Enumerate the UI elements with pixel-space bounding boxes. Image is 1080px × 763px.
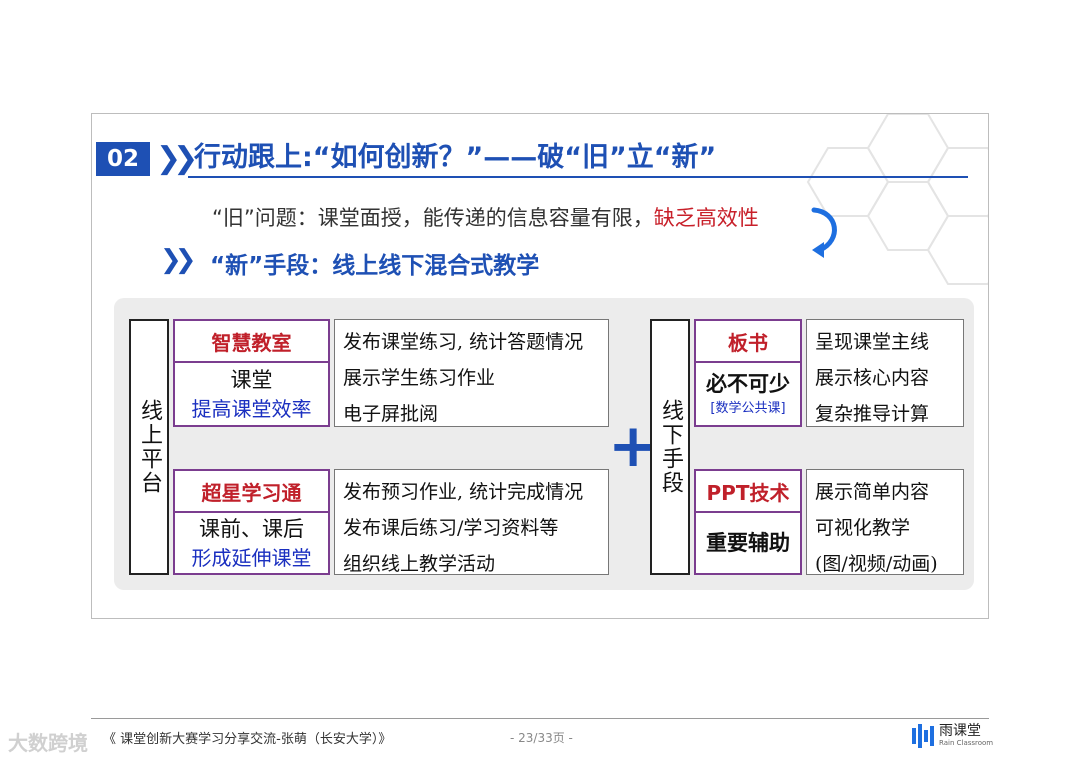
rain-classroom-logo: 雨课堂 Rain Classroom	[912, 724, 993, 748]
new-means-heading: “新”手段：线上线下混合式教学	[210, 253, 540, 279]
list-item: (图/视频/动画)	[815, 553, 938, 575]
list-item: 发布课后练习/学习资料等	[343, 517, 559, 539]
list-item: 发布课堂练习, 统计答题情况	[343, 331, 584, 353]
list-item: 可视化教学	[815, 517, 911, 539]
page-indicator: - 23/33页 -	[510, 731, 573, 745]
chaoxing-name: 超星学习通	[173, 469, 330, 513]
chaoxing-list: 发布预习作业, 统计完成情况 发布课后练习/学习资料等 组织线上教学活动	[334, 469, 609, 575]
list-item: 组织线上教学活动	[343, 553, 496, 575]
curved-arrow-icon	[811, 207, 837, 258]
old-problem-highlight: 缺乏高效性	[653, 206, 759, 230]
ppt-desc: 重要辅助	[694, 513, 802, 575]
double-chevron-icon: ❯❯	[156, 141, 198, 176]
smart-classroom-line2: 提高课堂效率	[191, 397, 312, 421]
double-chevron-icon: ❯❯	[160, 245, 196, 275]
smart-classroom-list: 发布课堂练习, 统计答题情况 展示学生练习作业 电子屏批阅	[334, 319, 609, 427]
old-problem-main: “旧”问题：课堂面授，能传递的信息容量有限，	[212, 206, 654, 230]
list-item: 展示核心内容	[815, 367, 930, 389]
list-item: 展示简单内容	[815, 481, 930, 503]
title-underline	[188, 176, 968, 178]
blackboard-line1: 必不可少	[706, 372, 790, 396]
blackboard-desc: 必不可少 [数学公共课]	[694, 363, 802, 427]
offline-means-label: 线下手段	[650, 319, 690, 575]
chaoxing-desc: 课前、课后 形成延伸课堂	[173, 513, 330, 575]
ppt-line1: 重要辅助	[706, 531, 790, 555]
old-problem-text: “旧”问题：课堂面授，能传递的信息容量有限，缺乏高效性	[212, 202, 759, 232]
list-item: 电子屏批阅	[343, 403, 439, 425]
blackboard-line2: [数学公共课]	[710, 401, 786, 416]
list-item: 呈现课堂主线	[815, 331, 930, 353]
list-item: 展示学生练习作业	[343, 367, 496, 389]
footer-divider	[91, 718, 989, 719]
smart-classroom-line1: 课堂	[230, 368, 273, 392]
ppt-list: 展示简单内容 可视化教学 (图/视频/动画)	[806, 469, 964, 575]
hexagon-decoration	[806, 114, 988, 285]
blackboard-name: 板书	[694, 319, 802, 363]
footer-title: 《 课堂创新大赛学习分享交流-张萌（长安大学）》	[103, 732, 392, 747]
online-platform-label: 线上平台	[129, 319, 169, 575]
chaoxing-line2: 形成延伸课堂	[191, 546, 312, 570]
rain-classroom-sub: Rain Classroom	[939, 739, 994, 747]
ppt-name: PPT技术	[694, 469, 802, 513]
smart-classroom-desc: 课堂 提高课堂效率	[173, 363, 330, 427]
smart-classroom-name: 智慧教室	[173, 319, 330, 363]
blackboard-list: 呈现课堂主线 展示核心内容 复杂推导计算	[806, 319, 964, 427]
list-item: 发布预习作业, 统计完成情况	[343, 481, 584, 503]
list-item: 复杂推导计算	[815, 403, 930, 425]
slide-title: 行动跟上:“如何创新？”——破“旧”立“新”	[194, 142, 717, 173]
watermark: 大数跨境	[8, 731, 88, 755]
rain-classroom-name: 雨课堂	[939, 723, 981, 739]
section-number-badge: 02	[96, 142, 150, 176]
chaoxing-line1: 课前、课后	[199, 517, 304, 541]
rain-classroom-icon	[912, 724, 934, 748]
slide-canvas: 02 ❯❯ 行动跟上:“如何创新？”——破“旧”立“新” “旧”问题：课堂面授，…	[91, 113, 989, 619]
